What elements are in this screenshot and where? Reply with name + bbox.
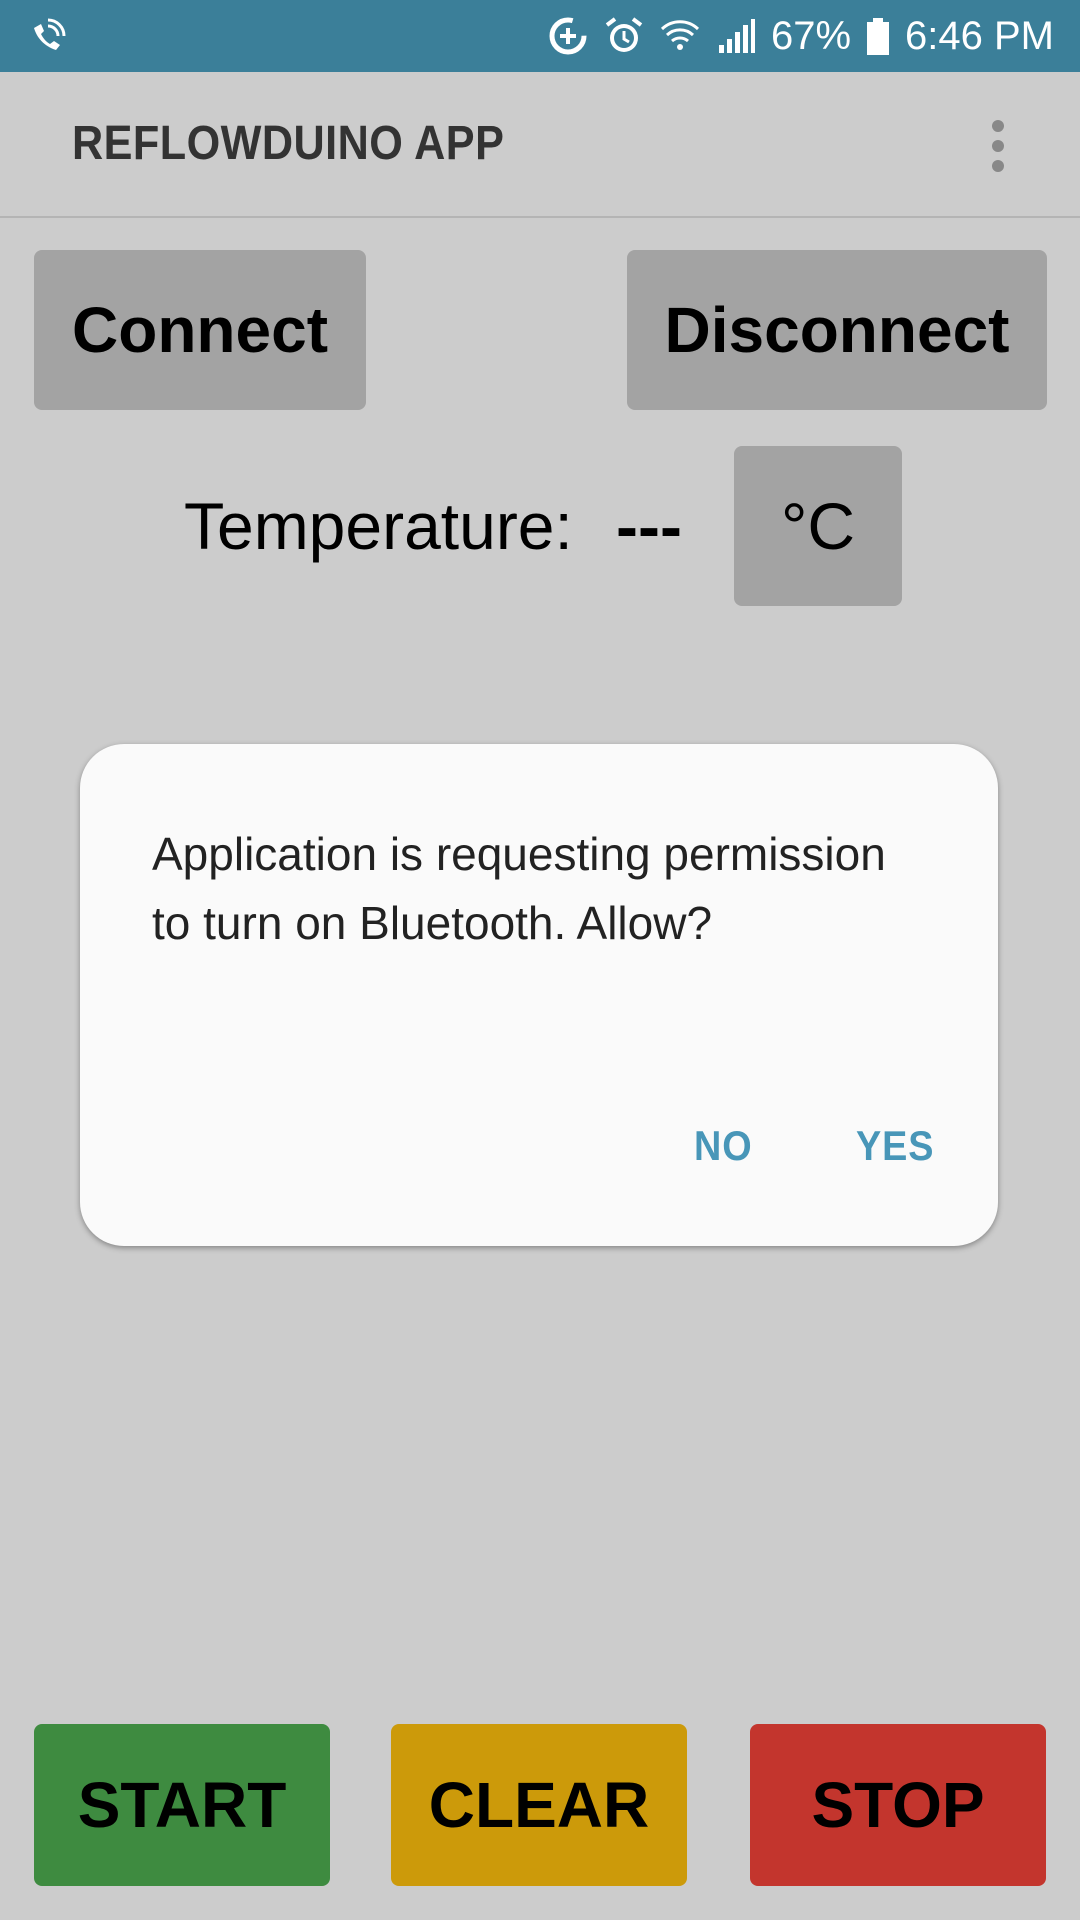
data-saver-icon [547,15,589,57]
alarm-icon [603,15,645,57]
more-vert-icon[interactable] [986,120,1010,172]
signal-icon [715,15,757,57]
unit-toggle-button[interactable]: °C [734,446,902,606]
start-button[interactable]: START [34,1724,330,1886]
temperature-value: --- [616,489,682,563]
bluetooth-permission-dialog: Application is requesting permission to … [80,744,998,1246]
yes-button[interactable]: YES [856,1122,934,1170]
no-button[interactable]: NO [694,1122,753,1170]
wifi-icon [659,15,701,57]
clock: 6:46 PM [905,13,1054,58]
battery-percent: 67% [770,13,852,58]
status-bar: 67% 6:46 PM [0,0,1080,72]
disconnect-button[interactable]: Disconnect [627,250,1047,410]
temperature-label: Temperature: [184,489,573,563]
dialog-message: Application is requesting permission to … [152,828,886,949]
clear-button[interactable]: CLEAR [391,1724,687,1886]
connect-button[interactable]: Connect [34,250,366,410]
app-title: REFLOWDUINO APP [72,117,505,170]
battery-icon [865,15,891,57]
stop-button[interactable]: STOP [750,1724,1046,1886]
app-bar: REFLOWDUINO APP [0,72,1080,218]
wifi-calling-icon [26,14,70,58]
